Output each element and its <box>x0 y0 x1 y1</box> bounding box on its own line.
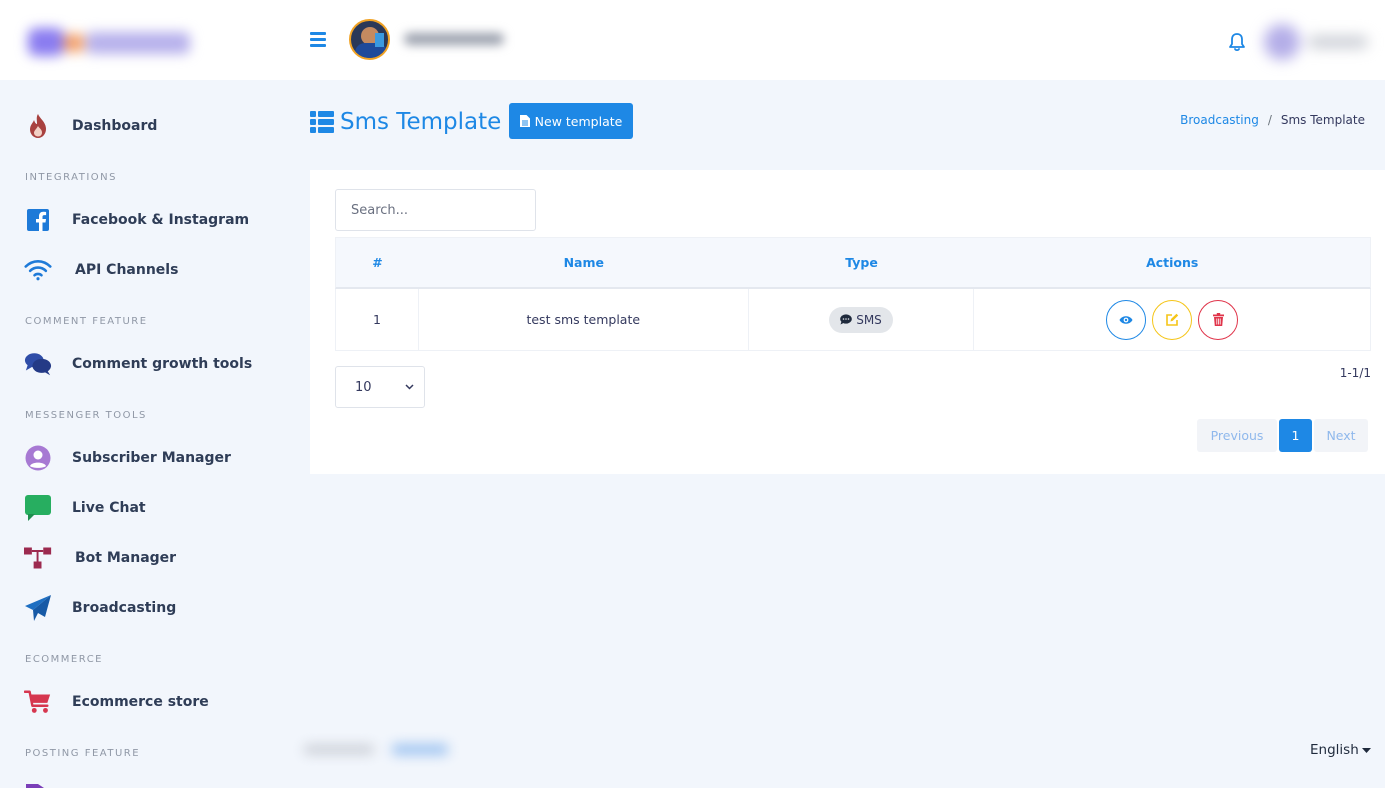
sms-comment-icon <box>840 314 853 325</box>
view-button[interactable] <box>1106 299 1147 340</box>
sidebar-item-comment-growth-tools[interactable]: Comment growth tools <box>24 344 252 384</box>
top-navbar <box>0 0 1385 80</box>
sidebar-item-label: Ecommerce store <box>72 694 209 710</box>
user-circle-icon <box>24 444 52 472</box>
delete-button[interactable] <box>1198 299 1239 340</box>
results-range: 1-1/1 <box>1339 366 1371 380</box>
sidebar-item-broadcasting[interactable]: Broadcasting <box>24 588 176 628</box>
sidebar: Dashboard INTEGRATIONS Facebook & Instag… <box>0 80 290 788</box>
column-header-actions: Actions <box>1146 255 1199 270</box>
page-title: Sms Template <box>310 106 501 138</box>
type-badge-label: SMS <box>856 312 882 327</box>
column-header-name[interactable]: Name <box>419 238 749 287</box>
section-header-messenger-tools: MESSENGER TOOLS <box>25 410 147 421</box>
sidebar-item-dashboard[interactable]: Dashboard <box>24 106 157 146</box>
file-icon <box>519 115 530 127</box>
edit-icon <box>1166 313 1179 326</box>
trash-icon <box>1212 313 1224 326</box>
sidebar-item-live-chat[interactable]: Live Chat <box>24 488 146 528</box>
language-label: English <box>1310 742 1359 758</box>
templates-card: # Name Type Actions 1 test sms template … <box>310 170 1385 474</box>
menu-toggle-icon[interactable] <box>310 32 326 48</box>
type-badge: SMS <box>829 306 893 333</box>
per-page-select[interactable]: 10 <box>335 366 425 408</box>
column-header-index[interactable]: # <box>336 238 419 287</box>
sidebar-item-label: Broadcasting <box>72 600 177 616</box>
pagination: Previous 1 Next <box>1197 419 1368 452</box>
row-name: test sms template <box>419 289 749 350</box>
section-header-integrations: INTEGRATIONS <box>25 172 117 183</box>
posting-feature-icon <box>24 782 52 788</box>
table-list-icon <box>310 111 334 133</box>
sidebar-item-ecommerce-store[interactable]: Ecommerce store <box>24 682 209 722</box>
sidebar-item-label: Bot Manager <box>75 550 177 566</box>
wifi-icon <box>24 256 52 284</box>
caret-down-icon <box>1361 747 1371 753</box>
chevron-down-icon <box>405 384 414 390</box>
templates-table: # Name Type Actions 1 test sms template … <box>335 237 1371 351</box>
footer-credits <box>296 734 466 766</box>
sidebar-item-label: Facebook & Instagram <box>72 212 250 228</box>
section-header-posting-feature: POSTING FEATURE <box>25 748 141 759</box>
page-name[interactable] <box>398 26 516 52</box>
sidebar-item-api-channels[interactable]: API Channels <box>24 250 178 290</box>
comments-icon <box>24 350 52 378</box>
section-header-ecommerce: ECOMMERCE <box>25 654 103 665</box>
brand-logo[interactable] <box>28 24 198 60</box>
sidebar-item-label: Subscriber Manager <box>72 450 231 466</box>
eye-icon <box>1119 315 1133 324</box>
language-dropdown[interactable]: English <box>1310 742 1371 758</box>
new-template-label: New template <box>534 113 623 129</box>
edit-button[interactable] <box>1152 299 1193 340</box>
table-row: 1 test sms template SMS <box>335 289 1371 351</box>
breadcrumb-current: Sms Template <box>1280 113 1365 127</box>
facebook-icon <box>24 206 52 234</box>
user-menu[interactable] <box>1258 14 1380 68</box>
new-template-button[interactable]: New template <box>509 103 633 139</box>
sidebar-item-facebook-instagram[interactable]: Facebook & Instagram <box>24 200 249 240</box>
row-actions <box>974 289 1370 350</box>
next-page-button[interactable]: Next <box>1314 419 1368 452</box>
sidebar-item-bot-manager[interactable]: Bot Manager <box>24 538 176 578</box>
paper-plane-icon <box>24 594 52 622</box>
section-header-comment-feature: COMMENT FEATURE <box>25 316 148 327</box>
page-button-1[interactable]: 1 <box>1279 419 1312 452</box>
breadcrumb: Broadcasting / Sms Template <box>1180 113 1365 127</box>
page-title-text: Sms Template <box>340 109 502 135</box>
row-index: 1 <box>336 289 419 350</box>
sidebar-item-label: API Channels <box>75 262 179 278</box>
sitemap-icon <box>24 544 52 572</box>
breadcrumb-broadcasting[interactable]: Broadcasting <box>1180 113 1259 127</box>
column-header-type[interactable]: Type <box>749 238 975 287</box>
breadcrumb-separator: / <box>1267 113 1272 127</box>
chat-bubble-icon <box>24 494 52 522</box>
per-page-value: 10 <box>355 379 372 395</box>
fire-icon <box>24 112 52 140</box>
table-header: # Name Type Actions <box>335 237 1371 289</box>
search-input[interactable] <box>335 189 536 231</box>
cart-icon <box>24 688 52 716</box>
sidebar-item-subscriber-manager[interactable]: Subscriber Manager <box>24 438 231 478</box>
page-avatar[interactable] <box>349 19 390 60</box>
sidebar-item-label: Dashboard <box>72 118 158 134</box>
sidebar-item-label: Live Chat <box>72 500 146 516</box>
previous-page-button[interactable]: Previous <box>1197 419 1277 452</box>
notification-bell-icon[interactable] <box>1228 32 1246 52</box>
sidebar-item-label: Comment growth tools <box>72 356 253 372</box>
